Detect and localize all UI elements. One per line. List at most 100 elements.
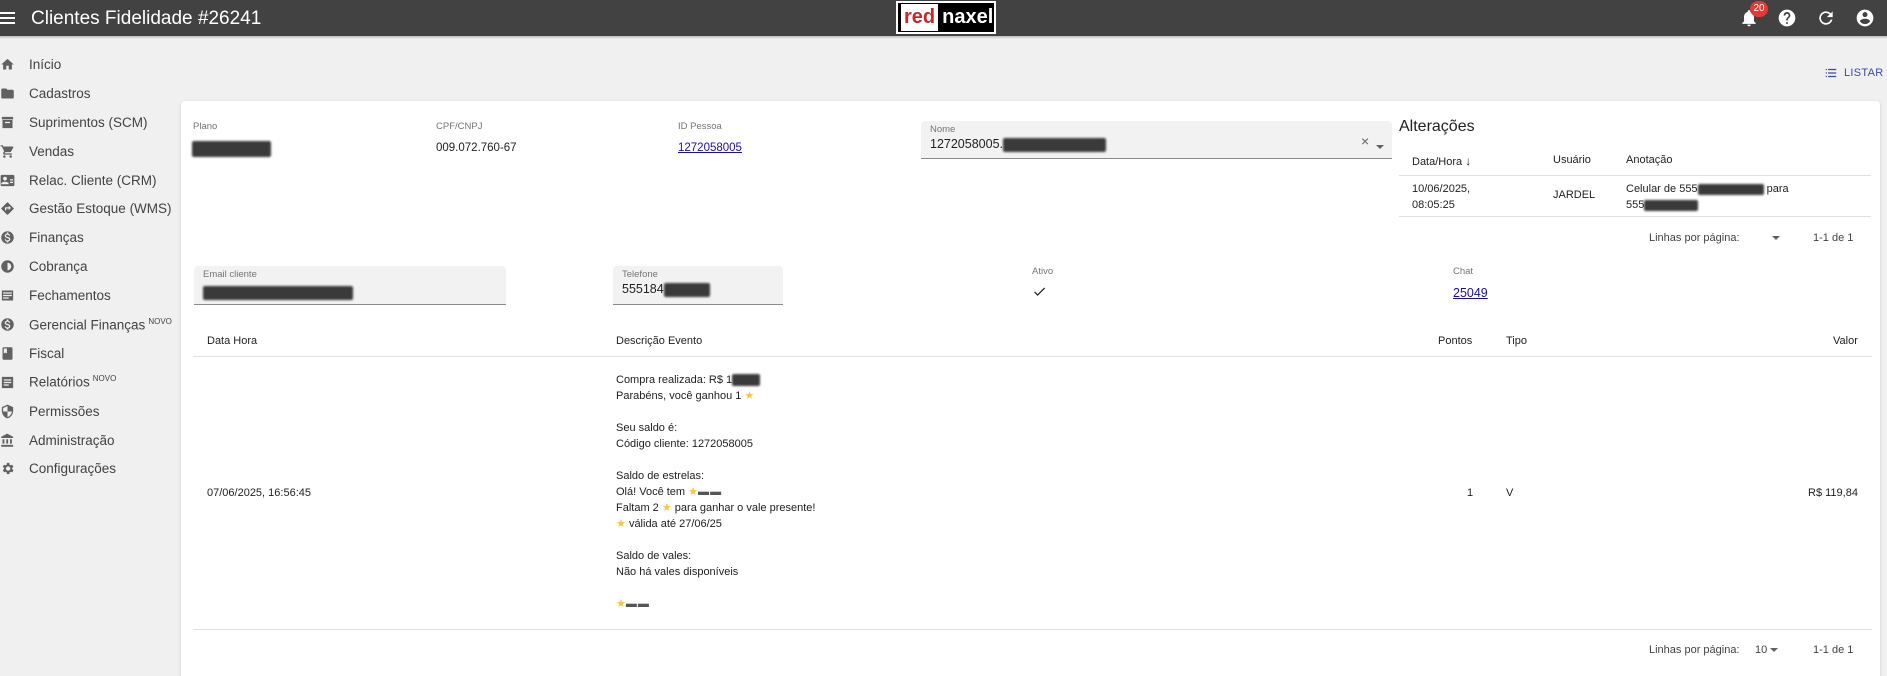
- coin-icon: [0, 259, 15, 274]
- email-field[interactable]: Email cliente: [194, 266, 506, 305]
- diamond-icon: [0, 201, 15, 216]
- desc-saldo-estrelas: Saldo de estrelas:: [616, 470, 705, 482]
- listar-button[interactable]: LISTAR: [1824, 66, 1884, 80]
- sidebar-item-suprimentos[interactable]: Suprimentos (SCM): [0, 108, 175, 137]
- sidebar-item-fechamentos[interactable]: Fechamentos: [0, 281, 175, 310]
- list-icon: [0, 288, 15, 303]
- star-icon: ★: [616, 598, 626, 610]
- chevron-down-icon[interactable]: [1376, 138, 1384, 156]
- col-datahora-label: Data/Hora: [1412, 156, 1463, 168]
- bank-icon: [0, 433, 15, 448]
- events-col-datahora: Data Hora: [207, 335, 258, 347]
- sidebar-item-gerencial-financas[interactable]: Gerencial Finanças NOVO: [0, 310, 175, 339]
- telefone-field[interactable]: Telefone 555184: [613, 266, 783, 305]
- box-icon: [0, 115, 15, 130]
- cpf-value: 009.072.760-67: [436, 142, 517, 154]
- sidebar-item-administracao[interactable]: Administração: [0, 426, 175, 455]
- anotacao-line2: 555: [1626, 199, 1645, 211]
- new-badge: NOVO: [92, 374, 117, 384]
- email-value-redacted: [203, 285, 353, 300]
- sidebar-item-label: Fiscal: [29, 345, 65, 361]
- brand-logo[interactable]: red naxel: [896, 1, 996, 34]
- star-icon: ★: [661, 502, 672, 514]
- nome-value: 1272058005.: [930, 137, 1106, 152]
- desc-codigo: Código cliente: 1272058005: [616, 438, 754, 450]
- sidebar-item-fiscal[interactable]: Fiscal: [0, 339, 175, 368]
- desc-saldo-vales: Saldo de vales:: [616, 550, 692, 562]
- sidebar-item-crm[interactable]: Relac. Cliente (CRM): [0, 166, 175, 195]
- events-col-descricao: Descrição Evento: [616, 335, 703, 347]
- ativo-label: Ativo: [1032, 266, 1054, 277]
- sidebar-item-label: Vendas: [29, 143, 75, 159]
- desc-nao-ha: Não há vales disponíveis: [616, 566, 739, 578]
- dollar-icon: [0, 230, 15, 245]
- listar-label: LISTAR: [1844, 67, 1884, 79]
- sidebar-item-wms[interactable]: Gestão Estoque (WMS): [0, 194, 175, 223]
- events-rows-per-page-label: Linhas por página:: [1649, 644, 1740, 656]
- sidebar-item-inicio[interactable]: Início: [0, 50, 175, 79]
- event-row-datahora: 07/06/2025, 16:56:45: [207, 487, 311, 499]
- alteracoes-row-anotacao: Celular de 555 para 555: [1626, 181, 1789, 213]
- alteracoes-col-datahora[interactable]: Data/Hora ↓: [1412, 154, 1471, 168]
- nome-field[interactable]: Nome 1272058005. ×: [921, 121, 1392, 159]
- sidebar-item-label: Permissões: [29, 403, 100, 419]
- refresh-icon[interactable]: [1816, 8, 1836, 28]
- sidebar-item-financas[interactable]: Finanças: [0, 223, 175, 252]
- desc-faltam-a: Faltam 2: [616, 502, 659, 514]
- shield-icon: [0, 404, 15, 419]
- sidebar-item-vendas[interactable]: Vendas: [0, 137, 175, 166]
- event-row-descricao: Compra realizada: R$ 1 Parabéns, você ga…: [616, 372, 1066, 612]
- clear-icon[interactable]: ×: [1361, 133, 1369, 149]
- report-icon: [0, 375, 15, 390]
- page-title: Clientes Fidelidade #26241: [31, 8, 262, 29]
- account-icon[interactable]: [1855, 8, 1875, 28]
- top-app-bar: Clientes Fidelidade #26241 red naxel 20: [0, 0, 1887, 36]
- datahora-line1: 10/06/2025,: [1412, 183, 1471, 195]
- notifications-badge: 20: [1750, 1, 1768, 17]
- telefone-label: Telefone: [622, 269, 658, 280]
- cart-icon: [0, 144, 15, 159]
- nome-label: Nome: [930, 124, 956, 135]
- chevron-down-icon: [1772, 236, 1780, 241]
- sidebar-item-cobranca[interactable]: Cobrança: [0, 252, 175, 281]
- alteracoes-col-usuario: Usuário: [1553, 154, 1591, 166]
- alteracoes-rows-per-page-label: Linhas por página:: [1649, 232, 1740, 244]
- sidebar-nav: Início Cadastros Suprimentos (SCM) Venda…: [0, 50, 175, 483]
- event-row-pontos: 1: [1467, 487, 1474, 499]
- events-rows-per-page-select[interactable]: 10: [1755, 644, 1779, 656]
- nome-value-text: 1272058005.: [930, 137, 1003, 151]
- help-icon[interactable]: [1777, 8, 1797, 28]
- sidebar-item-configuracoes[interactable]: Configurações: [0, 454, 175, 483]
- star-icon: ★: [688, 486, 699, 498]
- datahora-line2: 08:05:25: [1412, 199, 1455, 211]
- sidebar-item-label: Gerencial Finanças NOVO: [29, 317, 172, 333]
- desc-faltam-b: para ganhar o vale presente!: [674, 502, 816, 514]
- sidebar-item-label: Configurações: [29, 461, 117, 477]
- id-pessoa-link[interactable]: 1272058005: [678, 142, 742, 154]
- sidebar-item-relatorios[interactable]: Relatórios NOVO: [0, 368, 175, 397]
- divider: [193, 356, 1872, 357]
- divider: [1399, 216, 1871, 217]
- divider: [193, 629, 1872, 630]
- divider: [1399, 175, 1871, 176]
- sidebar-item-label: Finanças: [29, 230, 84, 246]
- sidebar-item-permissoes[interactable]: Permissões: [0, 397, 175, 426]
- id-pessoa-label: ID Pessoa: [678, 121, 722, 132]
- alteracoes-title: Alterações: [1399, 118, 1475, 135]
- sidebar-item-cadastros[interactable]: Cadastros: [0, 79, 175, 108]
- dash-icon: ▬ ▬: [625, 598, 649, 610]
- events-pager-range: 1-1 de 1: [1813, 644, 1854, 656]
- sidebar-item-label-text: Relatórios: [29, 374, 90, 390]
- star-icon: ★: [744, 390, 755, 402]
- alteracoes-rows-per-page-select[interactable]: [1772, 232, 1780, 244]
- desc-seu-saldo: Seu saldo é:: [616, 422, 678, 434]
- hamburger-menu-icon[interactable]: [0, 9, 16, 27]
- sidebar-item-label: Administração: [29, 432, 115, 448]
- gear-icon: [0, 461, 15, 476]
- arrow-down-icon: ↓: [1465, 154, 1472, 168]
- sidebar-item-label: Cobrança: [29, 259, 88, 275]
- dash-icon: ▬ ▬: [698, 486, 721, 498]
- alteracoes-pager-range: 1-1 de 1: [1813, 232, 1854, 244]
- chat-link[interactable]: 25049: [1453, 286, 1488, 300]
- events-col-pontos: Pontos: [1438, 335, 1473, 347]
